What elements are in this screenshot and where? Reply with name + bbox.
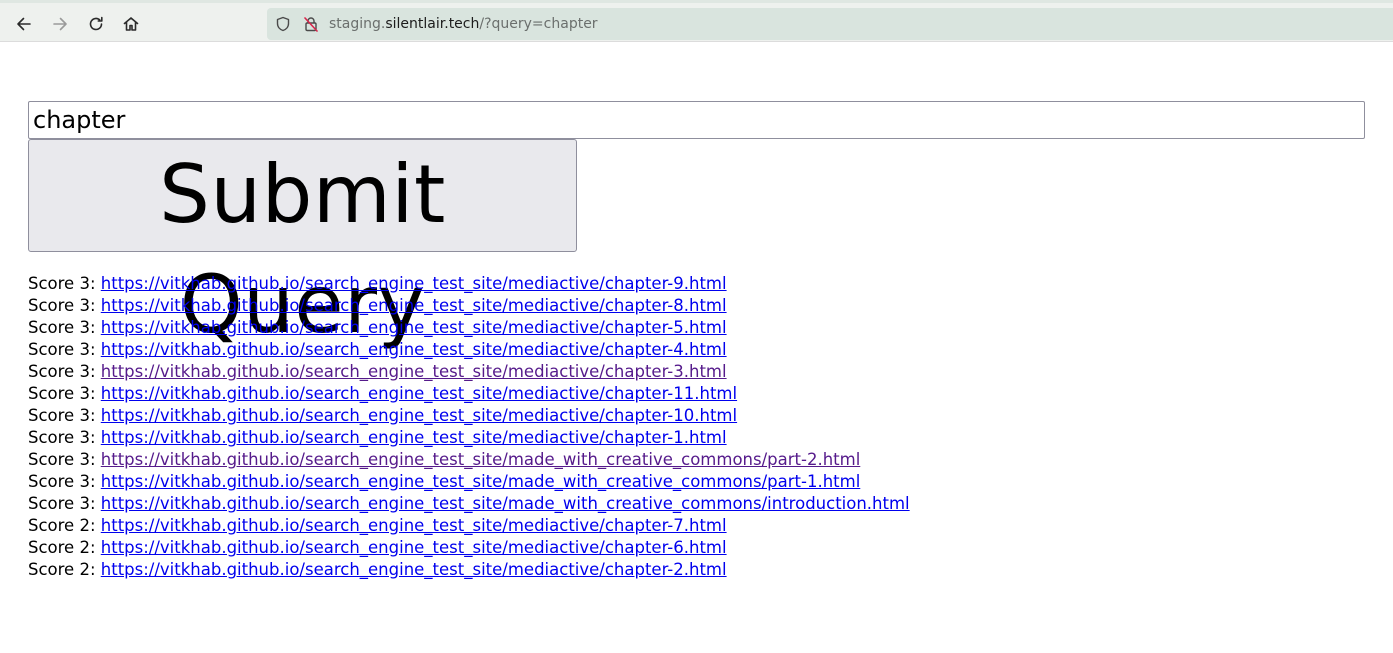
url-host: silentlair.tech [385, 16, 480, 32]
result-link[interactable]: https://vitkhab.github.io/search_engine_… [101, 406, 737, 425]
result-item: Score 2: https://vitkhab.github.io/searc… [28, 537, 910, 559]
forward-button[interactable] [45, 9, 75, 39]
result-item: Score 2: https://vitkhab.github.io/searc… [28, 559, 910, 581]
result-item: Score 2: https://vitkhab.github.io/searc… [28, 515, 910, 537]
result-item: Score 3: https://vitkhab.github.io/searc… [28, 295, 910, 317]
result-score-label: Score 2: [28, 538, 96, 557]
result-item: Score 3: https://vitkhab.github.io/searc… [28, 471, 910, 493]
search-input[interactable] [28, 101, 1365, 139]
result-score-label: Score 3: [28, 450, 96, 469]
result-item: Score 3: https://vitkhab.github.io/searc… [28, 317, 910, 339]
result-score-label: Score 3: [28, 362, 96, 381]
result-item: Score 3: https://vitkhab.github.io/searc… [28, 493, 910, 515]
reload-button[interactable] [81, 9, 111, 39]
insecure-lock-icon[interactable] [303, 16, 319, 32]
arrow-right-icon [53, 17, 67, 31]
result-score-label: Score 3: [28, 274, 96, 293]
result-item: Score 3: https://vitkhab.github.io/searc… [28, 273, 910, 295]
result-link[interactable]: https://vitkhab.github.io/search_engine_… [101, 450, 861, 469]
result-link[interactable]: https://vitkhab.github.io/search_engine_… [101, 516, 727, 535]
result-score-label: Score 2: [28, 560, 96, 579]
result-score-label: Score 3: [28, 472, 96, 491]
result-score-label: Score 3: [28, 318, 96, 337]
home-icon [123, 17, 139, 31]
result-link[interactable]: https://vitkhab.github.io/search_engine_… [101, 274, 727, 293]
result-score-label: Score 3: [28, 494, 96, 513]
result-item: Score 3: https://vitkhab.github.io/searc… [28, 427, 910, 449]
result-item: Score 3: https://vitkhab.github.io/searc… [28, 405, 910, 427]
result-link[interactable]: https://vitkhab.github.io/search_engine_… [101, 318, 727, 337]
result-link[interactable]: https://vitkhab.github.io/search_engine_… [101, 428, 727, 447]
address-bar[interactable]: staging.silentlair.tech/?query=chapter [267, 8, 1393, 40]
back-button[interactable] [9, 9, 39, 39]
result-item: Score 3: https://vitkhab.github.io/searc… [28, 449, 910, 471]
result-score-label: Score 3: [28, 384, 96, 403]
result-score-label: Score 3: [28, 340, 96, 359]
result-link[interactable]: https://vitkhab.github.io/search_engine_… [101, 340, 727, 359]
result-link[interactable]: https://vitkhab.github.io/search_engine_… [101, 560, 727, 579]
shield-icon[interactable] [275, 16, 291, 32]
result-link[interactable]: https://vitkhab.github.io/search_engine_… [101, 472, 861, 491]
reload-icon [89, 16, 103, 31]
submit-query-button[interactable]: Submit Query [28, 139, 577, 351]
result-link[interactable]: https://vitkhab.github.io/search_engine_… [101, 296, 727, 315]
result-item: Score 3: https://vitkhab.github.io/searc… [28, 383, 910, 405]
results-list: Score 3: https://vitkhab.github.io/searc… [28, 273, 910, 581]
result-link[interactable]: https://vitkhab.github.io/search_engine_… [101, 384, 737, 403]
url-path: /?query=chapter [479, 16, 598, 32]
url-prefix: staging. [329, 16, 386, 32]
result-link[interactable]: https://vitkhab.github.io/search_engine_… [101, 538, 727, 557]
result-item: Score 3: https://vitkhab.github.io/searc… [28, 361, 910, 383]
arrow-left-icon [17, 17, 31, 31]
home-button[interactable] [116, 9, 146, 39]
result-score-label: Score 2: [28, 516, 96, 535]
result-link[interactable]: https://vitkhab.github.io/search_engine_… [101, 362, 727, 381]
page-content: Submit Query Score 3: https://vitkhab.gi… [0, 42, 1393, 653]
url-text[interactable]: staging.silentlair.tech/?query=chapter [329, 15, 598, 33]
result-link[interactable]: https://vitkhab.github.io/search_engine_… [101, 494, 910, 513]
result-item: Score 3: https://vitkhab.github.io/searc… [28, 339, 910, 361]
result-score-label: Score 3: [28, 428, 96, 447]
result-score-label: Score 3: [28, 406, 96, 425]
browser-toolbar: staging.silentlair.tech/?query=chapter [0, 0, 1393, 42]
result-score-label: Score 3: [28, 296, 96, 315]
